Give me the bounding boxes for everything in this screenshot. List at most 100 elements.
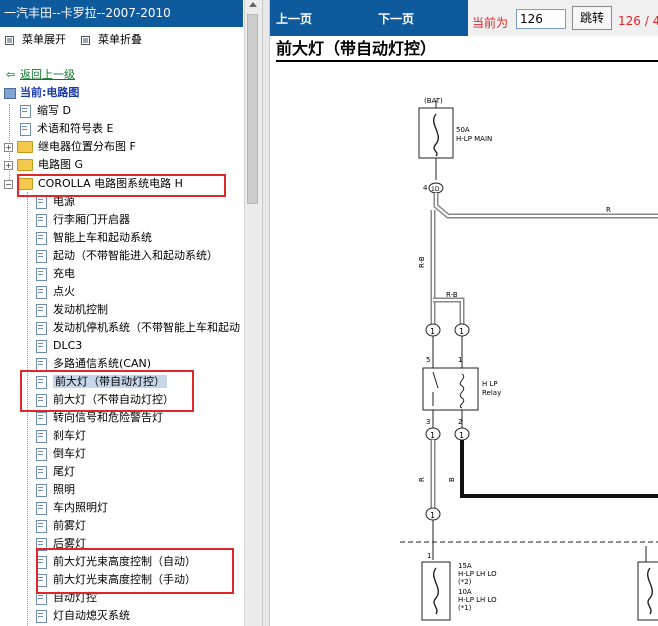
document-icon [36,447,47,461]
document-icon [36,357,47,371]
main-fuse-box [418,107,454,159]
document-icon [20,122,31,136]
left-pane: 一汽丰田--卡罗拉--2007-2010 菜单展开 菜单折叠 ⇦ 返回上一级 当前… [0,0,262,626]
pin-label: 4 [423,184,428,192]
wire-rb-branch-inner [433,299,463,324]
fuse-name-label: H-LP MAIN [456,135,492,143]
pin-label: 5 [426,356,430,364]
menu-collapse-label: 菜单折叠 [98,33,142,46]
connector-label: 1 [459,327,464,336]
expand-icon [5,35,14,45]
toolbar-pager: 当前为 跳转 126 / 4 [468,0,658,36]
expand-plus-icon[interactable]: + [4,160,13,170]
tree-subitem[interactable]: 尾灯 [36,463,75,481]
tree-subitem[interactable]: 灯自动熄灭系统 [36,607,130,625]
tree-item-relay-location[interactable]: + 继电器位置分布图 F [4,138,136,156]
wire-r-inner [435,193,658,217]
document-icon [20,104,31,118]
right-pane: 上一页 下一页 当前为 跳转 126 / 4 前大灯（带自动灯控） (BAT) … [270,0,658,626]
tree-subitem-label: DLC3 [53,339,83,352]
connector-label: 1D [431,186,440,193]
document-icon [36,231,47,245]
computer-icon [4,87,16,99]
tree-subitem-label: 尾灯 [53,465,75,478]
pin-label: 3 [426,418,430,426]
tree-subitem[interactable]: 行李厢门开启器 [36,211,130,229]
document-icon [36,609,47,623]
fuse-amp-label: 50A [456,126,470,134]
tree-subitem[interactable]: 照明 [36,481,75,499]
prev-page-link[interactable]: 上一页 [276,10,312,27]
tree-item-wiring-diagram[interactable]: + 电路图 G [4,156,83,174]
scroll-up-icon[interactable] [249,2,257,7]
tree-subitem-label: 智能上车和起动系统 [53,231,152,244]
back-link[interactable]: ⇦ 返回上一级 [6,66,75,84]
tree-subitem-label: 照明 [53,483,75,496]
tree-subitem-label: 发动机停机系统（不带智能上车和起动 [53,321,240,334]
tree-subitem[interactable]: 刹车灯 [36,427,86,445]
tree-subitem-label: 车内照明灯 [53,501,108,514]
tree-subitem[interactable]: 车内照明灯 [36,499,108,517]
tree-subitem-label: 前雾灯 [53,519,86,532]
jump-button[interactable]: 跳转 [572,6,612,30]
tree-subitem-label: 倒车灯 [53,447,86,460]
highlight-box [20,370,194,412]
collapse-icon [81,35,90,45]
tree-item-abbrev[interactable]: 缩写 D [20,102,71,120]
fuse-amp-label: 15A [458,562,472,570]
document-icon [36,213,47,227]
tree-subitem[interactable]: 前雾灯 [36,517,86,535]
fuse-name-label: H-LP LH LO [458,570,497,578]
document-icon [36,195,47,209]
wire-label: B [448,477,456,482]
tree-subitem-label: 转向信号和危险警告灯 [53,411,163,424]
document-icon [36,285,47,299]
tree-subitem-label: 行李厢门开启器 [53,213,130,226]
tree-subitem[interactable]: 起动（不带智能进入和起动系统） [36,247,218,265]
menu-expand-button[interactable]: 菜单展开 [0,31,66,49]
tree-subitem[interactable]: 充电 [36,265,75,283]
highlight-box [17,174,226,197]
next-page-link[interactable]: 下一页 [378,10,414,27]
tree-item-terms[interactable]: 术语和符号表 E [20,120,113,138]
wire-label: R-B [418,256,426,268]
wire-b [460,440,658,498]
folder-icon [17,141,33,153]
document-icon [36,249,47,263]
lo-fuse-box [421,561,451,621]
document-icon [36,321,47,335]
tree-subitem[interactable]: 发动机停机系统（不带智能上车和起动 [36,319,240,337]
tree-item-label: 缩写 D [37,104,71,117]
tree-subitem[interactable]: 倒车灯 [36,445,86,463]
collapse-minus-icon[interactable]: − [4,179,13,189]
document-icon [36,339,47,353]
connector-label: 1 [430,511,435,520]
menu-collapse-button[interactable]: 菜单折叠 [76,31,142,49]
wire-label: R-B [446,291,458,299]
highlight-box [36,548,234,594]
fuse-note-label: (*2) [458,578,472,586]
expand-plus-icon[interactable]: + [4,142,13,152]
tree-subitem[interactable]: 点火 [36,283,75,301]
page-title: 前大灯（带自动灯控） [276,36,658,62]
scroll-thumb[interactable] [247,14,258,204]
tree-subitem[interactable]: 发动机控制 [36,301,108,319]
back-arrow-icon: ⇦ [6,68,16,81]
menu-tree: ⇦ 返回上一级 当前:电路图 缩写 D 术语和符号表 E + 继电器位置分布图 F … [0,64,246,626]
pane-splitter[interactable] [262,0,270,626]
page-number-input[interactable] [516,9,566,29]
tree-subitem[interactable]: DLC3 [36,337,82,355]
wiring-diagram: (BAT) 50A H-LP MAIN 4 1D R R-B R-B 1 1 5… [400,97,658,621]
connector-label: 1 [459,431,464,440]
pin-label: 1 [427,552,431,560]
relay-sublabel: Relay [482,389,501,397]
document-icon [36,411,47,425]
tree-subitem-label: 多路通信系统(CAN) [53,357,152,370]
tree-subitem[interactable]: 智能上车和起动系统 [36,229,152,247]
current-page-label: 当前为 [472,16,509,30]
document-icon [36,519,47,533]
menu-expand-label: 菜单展开 [22,33,66,46]
connector-label: 1 [430,431,435,440]
left-scrollbar[interactable] [244,0,262,626]
toolbar: 上一页 下一页 当前为 跳转 126 / 4 [270,0,658,36]
